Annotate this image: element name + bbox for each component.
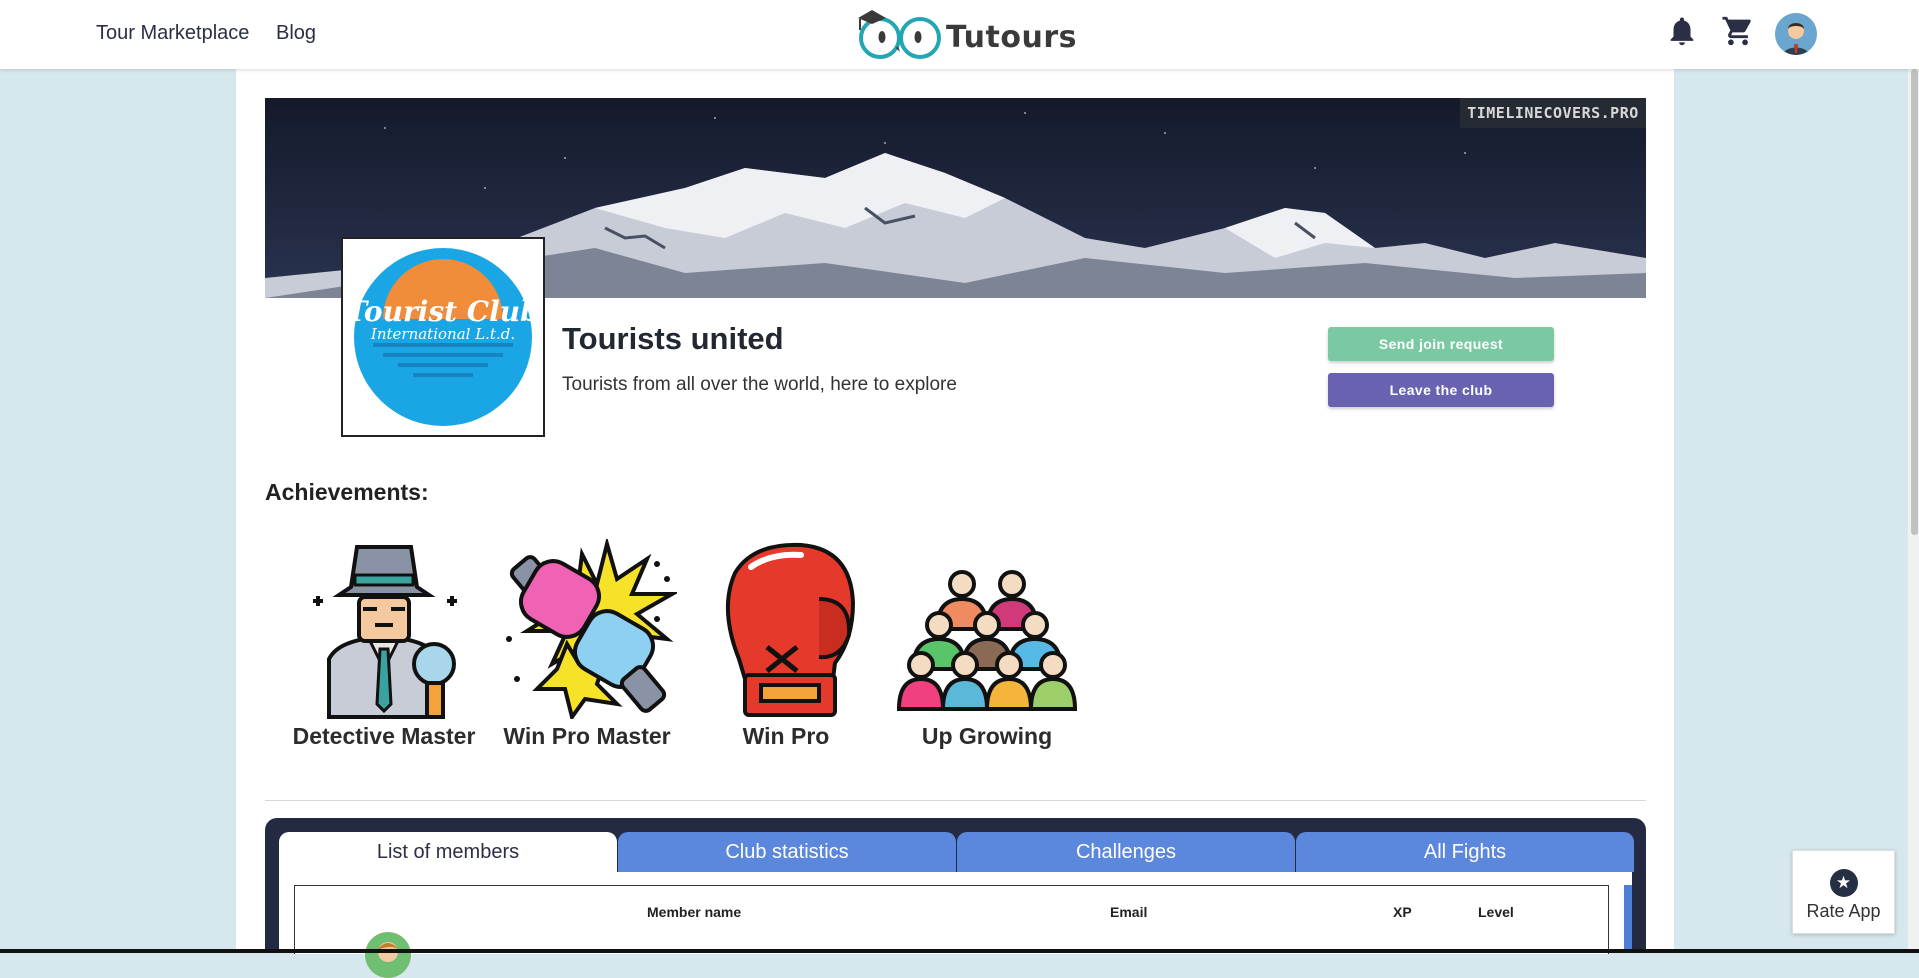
tab-all-fights[interactable]: All Fights	[1296, 832, 1634, 872]
star-icon: ★	[1829, 869, 1858, 897]
club-description: Tourists from all over the world, here t…	[562, 374, 957, 395]
bell-icon[interactable]	[1665, 14, 1699, 48]
boxing-glove-icon	[725, 542, 856, 717]
club-logo-image: Tourist Club International L.t.d.	[346, 248, 540, 426]
achievement-win-pro: Win Pro	[686, 539, 886, 750]
brand-name: Tutours	[946, 20, 1077, 55]
rate-app-button[interactable]: ★ Rate App	[1792, 850, 1895, 934]
leave-club-button[interactable]: Leave the club	[1328, 373, 1554, 407]
cart-icon[interactable]	[1721, 14, 1755, 48]
achievement-up-growing: Up Growing	[887, 539, 1087, 750]
member-avatar-icon	[365, 932, 411, 978]
club-tabs-panel: List of members Club statistics Challeng…	[265, 818, 1646, 978]
crowd-icon	[897, 570, 1077, 711]
user-avatar-icon	[1775, 13, 1817, 55]
column-header-email[interactable]: Email	[1110, 904, 1147, 920]
nav-link-tour-marketplace[interactable]: Tour Marketplace	[96, 22, 249, 45]
nav-link-blog[interactable]: Blog	[276, 22, 316, 45]
achievement-detective-master: Detective Master	[284, 539, 484, 750]
tab-club-statistics[interactable]: Club statistics	[618, 832, 956, 872]
achievements-heading: Achievements:	[265, 479, 429, 505]
achievement-label: Win Pro	[742, 723, 830, 749]
members-table: Member name Email XP Level	[294, 885, 1609, 978]
send-join-request-button[interactable]: Send join request	[1328, 327, 1554, 361]
brand-logo[interactable]: Tutours	[852, 6, 1077, 62]
achievement-win-pro-master: Win Pro Master	[487, 539, 687, 750]
achievement-label: Win Pro Master	[503, 723, 671, 749]
tab-challenges[interactable]: Challenges	[957, 832, 1295, 872]
achievement-label: Up Growing	[921, 723, 1053, 749]
column-header-member-name[interactable]: Member name	[647, 904, 741, 920]
boxing-clash-icon	[506, 539, 677, 719]
window-bottom-edge	[0, 949, 1919, 953]
members-table-container: Member name Email XP Level	[279, 872, 1632, 978]
cover-watermark: TIMELINECOVERS.PRO	[1460, 98, 1646, 128]
page-scrollbar-thumb[interactable]	[1911, 69, 1918, 535]
club-logo: Tourist Club International L.t.d.	[341, 237, 545, 437]
table-scrollbar[interactable]	[1624, 885, 1632, 953]
detective-icon	[313, 545, 457, 719]
user-avatar[interactable]	[1775, 13, 1817, 55]
rate-app-label: Rate App	[1806, 901, 1881, 921]
logo-text-line1: Tourist Club	[346, 295, 539, 328]
section-divider	[265, 800, 1646, 801]
club-name: Tourists united	[562, 321, 784, 356]
achievement-label: Detective Master	[292, 723, 476, 749]
logo-text-line2: International L.t.d.	[370, 325, 515, 343]
column-header-xp[interactable]: XP	[1393, 904, 1412, 920]
club-page: TIMELINECOVERS.PRO Tourist Club Internat…	[236, 69, 1674, 978]
brand-eyes-icon	[858, 10, 941, 59]
top-navbar: Tour Marketplace Blog Tutours	[0, 0, 1919, 69]
member-avatar	[365, 932, 411, 978]
tab-list-of-members[interactable]: List of members	[279, 832, 617, 872]
column-header-level[interactable]: Level	[1478, 904, 1514, 920]
